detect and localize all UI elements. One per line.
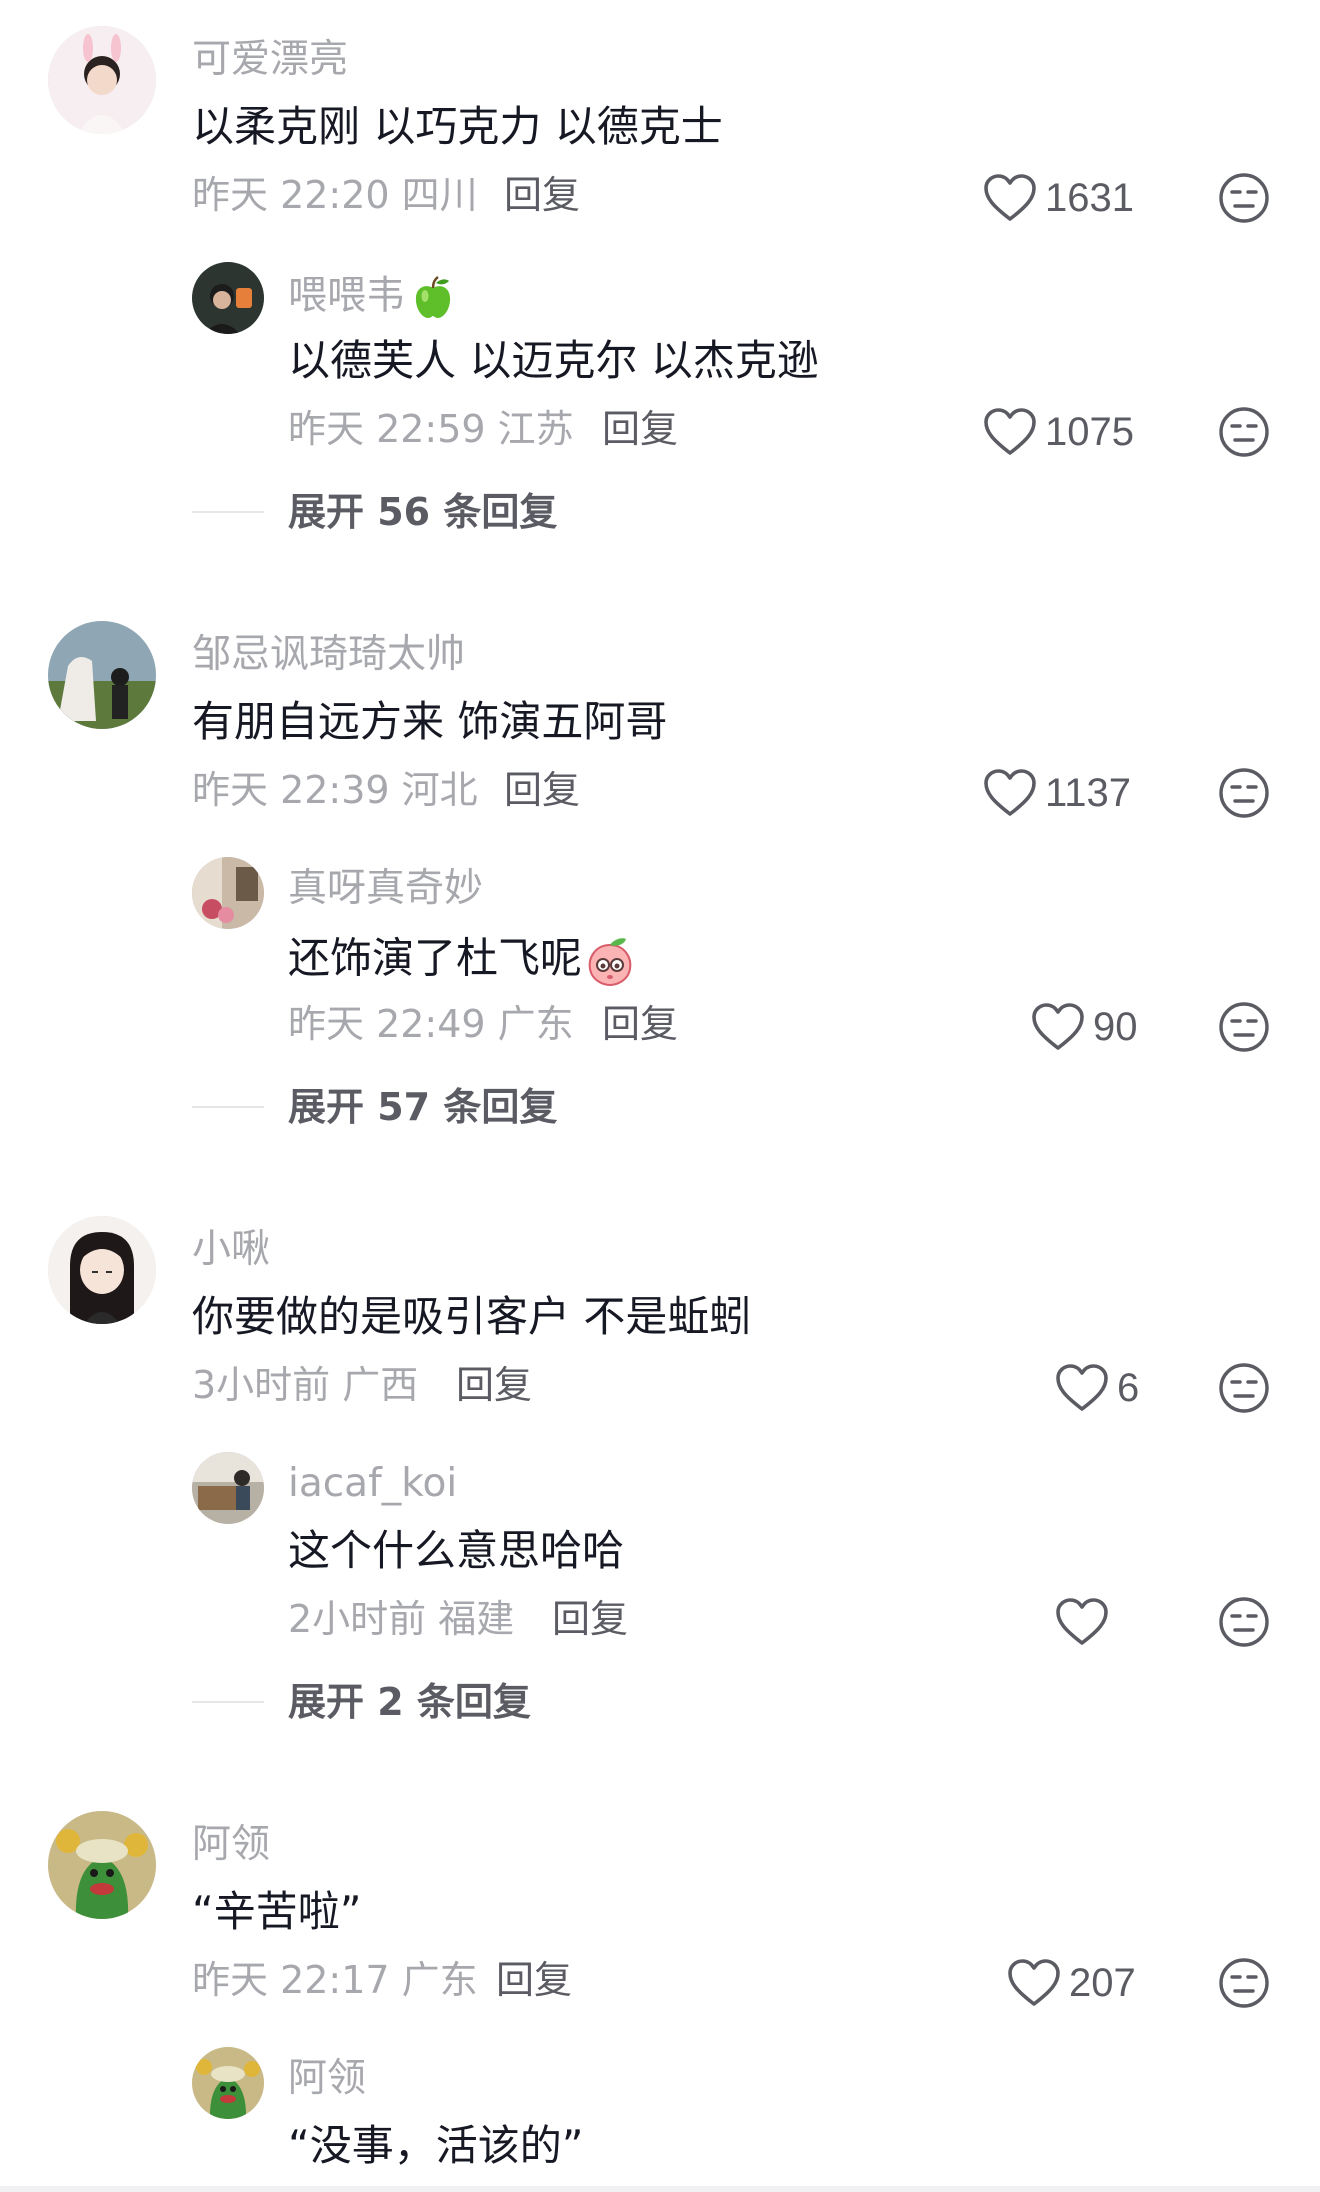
username[interactable]: 小啾 [192,1230,270,1269]
like-button[interactable]: 90 [1031,999,1138,1055]
like-count: 6 [1117,1366,1140,1410]
reply-button[interactable]: 回复 [602,1005,678,1043]
dislike-button[interactable] [1218,767,1270,819]
comment-text: 有朋自远方来 饰演五阿哥 [192,697,668,746]
like-button[interactable]: 1631 [983,170,1134,226]
like-button[interactable]: 6 [1055,1360,1139,1416]
dislike-button[interactable] [1218,1596,1270,1648]
heart-outline-icon [983,407,1037,457]
avatar[interactable] [48,1216,156,1324]
username[interactable]: 阿领 [192,1825,270,1864]
meh-face-icon [1218,172,1270,224]
username[interactable]: 可爱漂亮 [192,40,348,79]
like-button[interactable] [1055,1594,1117,1650]
reply-button[interactable]: 回复 [504,176,580,214]
like-count: 1075 [1045,410,1134,454]
dislike-button[interactable] [1218,172,1270,224]
avatar[interactable] [192,262,264,334]
comment-meta: 3小时前 广西 [192,1363,419,1407]
expand-divider [192,511,264,513]
meh-face-icon [1218,1362,1270,1414]
username[interactable]: 喂喂韦 [288,274,457,322]
bottom-divider [0,2186,1320,2192]
meh-face-icon [1218,767,1270,819]
comment-meta: 昨天 22:20 四川 [192,173,478,217]
reply-text: 还饰演了杜飞呢 [288,935,636,987]
dislike-button[interactable] [1218,406,1270,458]
avatar[interactable] [192,2047,264,2119]
expand-replies-button[interactable]: 展开 2 条回复 [288,1683,531,1721]
meh-face-icon [1218,1596,1270,1648]
expand-replies-button[interactable]: 展开 56 条回复 [288,493,557,531]
peach-emoji [588,938,632,987]
dislike-button[interactable] [1218,1957,1270,2009]
heart-outline-icon [1031,1002,1085,1052]
reply-button[interactable]: 回复 [504,771,580,809]
reply-button[interactable]: 回复 [456,1366,532,1404]
meh-face-icon [1218,1957,1270,2009]
comment-text: “辛苦啦” [192,1887,362,1936]
like-count: 207 [1069,1961,1136,2005]
heart-outline-icon [1007,1958,1061,2008]
heart-outline-icon [983,768,1037,818]
avatar[interactable] [48,621,156,729]
meh-face-icon [1218,1001,1270,1053]
expand-divider [192,1701,264,1703]
avatar[interactable] [192,857,264,929]
comment-text: 以柔克刚 以巧克力 以德克士 [192,102,723,151]
reply-meta: 2小时前 福建 [288,1597,515,1641]
like-count: 1631 [1045,176,1134,220]
expand-divider [192,1106,264,1108]
dislike-button[interactable] [1218,1362,1270,1414]
username[interactable]: 阿领 [288,2059,366,2098]
reply-button[interactable]: 回复 [552,1600,628,1638]
comment-meta: 昨天 22:39 河北 [192,768,478,812]
avatar[interactable] [192,1452,264,1524]
avatar[interactable] [48,1811,156,1919]
username[interactable]: 邹忌讽琦琦太帅 [192,635,465,674]
heart-outline-icon [1055,1363,1109,1413]
dislike-button[interactable] [1218,1001,1270,1053]
reply-text: 这个什么意思哈哈 [288,1526,625,1575]
reply-meta: 昨天 22:59 江苏 [288,407,574,451]
reply-meta: 昨天 22:49 广东 [288,1002,574,1046]
reply-text: “没事，活该的” [288,2121,584,2170]
green-apple-emoji [415,275,451,318]
comment-meta: 昨天 22:17 广东 [192,1958,478,2002]
heart-outline-icon [1055,1597,1109,1647]
like-count: 90 [1093,1005,1138,1049]
like-button[interactable]: 1137 [983,765,1131,821]
comment-text: 你要做的是吸引客户 不是蚯蚓 [192,1292,752,1341]
reply-button[interactable]: 回复 [496,1961,572,1999]
like-button[interactable]: 1075 [983,404,1134,460]
reply-text: 以德芙人 以迈克尔 以杰克逊 [288,336,819,385]
like-button[interactable]: 207 [1007,1955,1136,2011]
expand-replies-button[interactable]: 展开 57 条回复 [288,1088,557,1126]
heart-outline-icon [983,173,1037,223]
username[interactable]: iacaf_koi [288,1464,457,1503]
avatar[interactable] [48,26,156,134]
meh-face-icon [1218,406,1270,458]
username[interactable]: 真呀真奇妙 [288,869,483,908]
reply-button[interactable]: 回复 [602,410,678,448]
like-count: 1137 [1045,771,1132,815]
